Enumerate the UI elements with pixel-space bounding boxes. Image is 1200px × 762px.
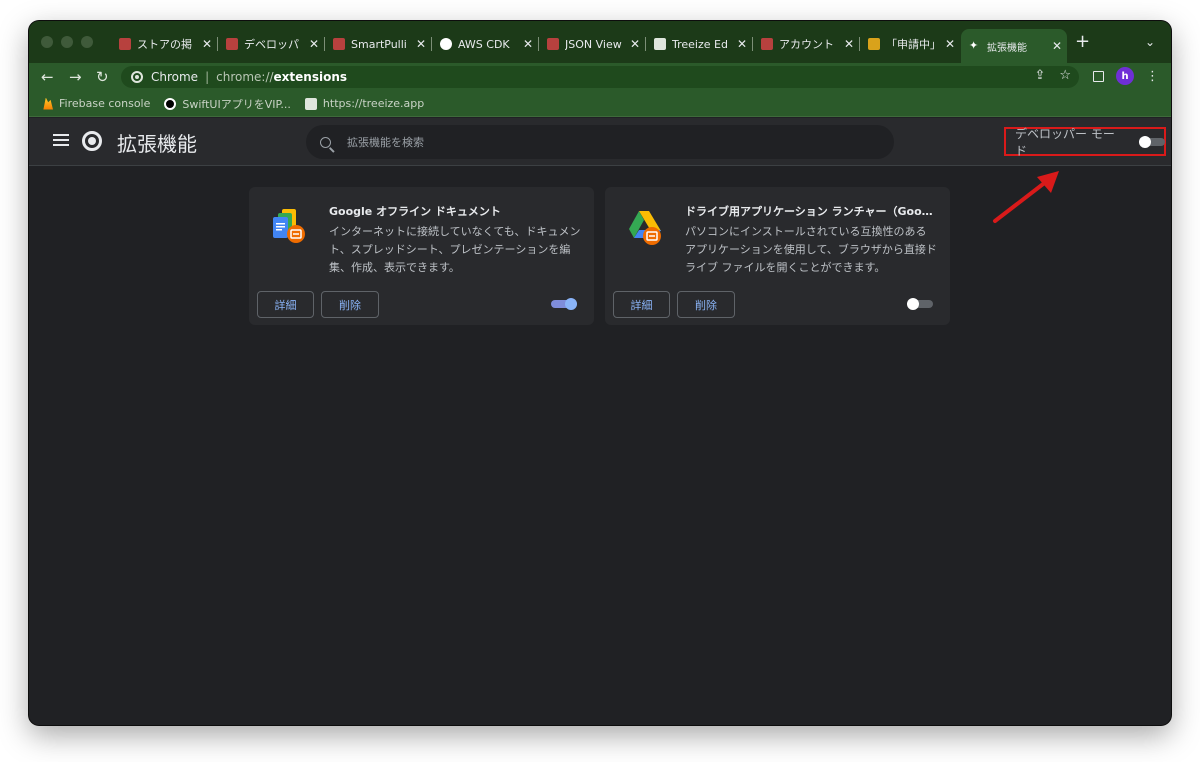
forward-button[interactable]: → [69, 67, 82, 87]
close-icon[interactable]: ✕ [843, 37, 855, 51]
bookmark-item[interactable]: https://treeize.app [304, 97, 425, 110]
tab-title: アカウント [779, 38, 834, 51]
bookmark-label: https://treeize.app [322, 97, 425, 110]
extension-card: ドライブ用アプリケーション ランチャー（Google） パソコンにインストールさ… [605, 187, 950, 325]
tab-title: SmartPulli [351, 37, 407, 51]
firebase-icon [43, 97, 53, 110]
tab-title: ストアの掲 [137, 38, 192, 51]
toolbar-actions: h ⋮ [1093, 67, 1159, 85]
search-icon [320, 136, 331, 148]
site-label: Chrome [151, 70, 199, 84]
tab-1[interactable]: デベロッパ ✕ [218, 29, 325, 59]
url-scheme: chrome:// [216, 70, 274, 84]
remove-button[interactable]: 削除 [677, 291, 735, 318]
side-panel-icon[interactable] [1093, 70, 1104, 82]
minimize-window-button[interactable] [61, 36, 73, 48]
store-icon [333, 38, 345, 50]
extension-description: パソコンにインストールされている互換性のあるアプリケーションを使用して、ブラウザ… [685, 225, 937, 274]
menu-icon[interactable] [53, 133, 69, 147]
tab-title: JSON View [565, 37, 622, 51]
share-icon[interactable]: ⇪ [1034, 68, 1045, 83]
extension-card: Google オフライン ドキュメント インターネットに接続していなくても、ドキ… [249, 187, 594, 325]
developer-mode-control: デベロッパー モード [1004, 126, 1166, 158]
tab-7[interactable]: 「申請中」 ✕ [860, 29, 960, 59]
extension-enable-toggle[interactable] [551, 298, 577, 310]
remove-button[interactable]: 削除 [321, 291, 379, 318]
omnibox-actions: ⇪ ☆ [1034, 68, 1071, 83]
extension-name: ドライブ用アプリケーション ランチャー（Google） [685, 205, 935, 218]
close-icon[interactable]: ✕ [1051, 39, 1063, 53]
tab-4[interactable]: JSON View ✕ [539, 29, 646, 59]
tab-8-active[interactable]: ✦ 拡張機能 ✕ [961, 29, 1067, 63]
reload-button[interactable]: ↻ [96, 67, 109, 87]
tab-title: デベロッパ [244, 38, 299, 51]
store-icon [547, 38, 559, 50]
extension-name: Google オフライン ドキュメント [329, 205, 501, 218]
tab-strip: ストアの掲 ✕ デベロッパ ✕ SmartPulli ✕ AWS CDK ✕ J… [29, 21, 1171, 63]
github-icon [164, 97, 177, 110]
extension-enable-toggle[interactable] [907, 298, 933, 310]
bookmark-item[interactable]: Firebase console [41, 97, 150, 110]
close-window-button[interactable] [41, 36, 53, 48]
bookmark-label: SwiftUIアプリをVIP... [182, 97, 291, 111]
back-button[interactable]: ← [41, 67, 54, 87]
developer-mode-toggle[interactable] [1138, 135, 1165, 148]
treeize-icon [304, 97, 317, 110]
google-docs-offline-icon [273, 209, 305, 243]
tab-0[interactable]: ストアの掲 ✕ [111, 29, 218, 59]
tab-5[interactable]: Treeize Ed ✕ [646, 29, 753, 59]
extension-description: インターネットに接続していなくても、ドキュメント、スプレッドシート、プレゼンテー… [329, 225, 581, 274]
close-icon[interactable]: ✕ [522, 37, 534, 51]
tab-title: Treeize Ed [672, 37, 728, 51]
tab-6[interactable]: アカウント ✕ [753, 29, 860, 59]
bookmark-item[interactable]: SwiftUIアプリをVIP... [164, 96, 291, 112]
window-controls [41, 36, 93, 48]
address-bar[interactable]: Chrome | chrome://extensions ⇪ ☆ [121, 66, 1079, 88]
bookmarks-bar: Firebase console SwiftUIアプリをVIP... https… [29, 91, 1171, 117]
google-drive-launcher-icon [629, 211, 661, 245]
profile-avatar[interactable]: h [1116, 67, 1134, 85]
tab-title: 「申請中」 [886, 38, 938, 51]
search-input[interactable] [347, 135, 847, 149]
puzzle-icon: ✦ [969, 39, 979, 52]
close-icon[interactable]: ✕ [308, 37, 320, 51]
store-icon [226, 38, 238, 50]
extensions-header: 拡張機能 デベロッパー モード [29, 118, 1171, 166]
store-icon [761, 38, 773, 50]
tab-title: 拡張機能 [987, 42, 1027, 54]
chrome-logo-icon [82, 131, 102, 151]
close-icon[interactable]: ✕ [415, 37, 427, 51]
search-box[interactable] [306, 125, 894, 159]
details-button[interactable]: 詳細 [613, 291, 670, 318]
zoom-window-button[interactable] [81, 36, 93, 48]
bookmark-label: Firebase console [59, 97, 151, 110]
close-icon[interactable]: ✕ [629, 37, 641, 51]
close-icon[interactable]: ✕ [201, 37, 213, 51]
browser-window: ストアの掲 ✕ デベロッパ ✕ SmartPulli ✕ AWS CDK ✕ J… [29, 21, 1171, 725]
tab-search-button[interactable]: ⌄ [1145, 35, 1155, 49]
chrome-icon [131, 71, 143, 83]
tab-2[interactable]: SmartPulli ✕ [325, 29, 432, 59]
url-host: extensions [273, 70, 348, 84]
toolbar: ← → ↻ Chrome | chrome://extensions ⇪ ☆ h… [29, 63, 1171, 91]
github-icon [440, 38, 452, 50]
tab-title: AWS CDK [458, 37, 510, 51]
tab-3[interactable]: AWS CDK ✕ [432, 29, 539, 59]
store-icon [119, 38, 131, 50]
details-button[interactable]: 詳細 [257, 291, 314, 318]
close-icon[interactable]: ✕ [944, 37, 956, 51]
page-title: 拡張機能 [117, 132, 197, 156]
kebab-menu-icon[interactable]: ⋮ [1146, 69, 1159, 84]
treeize-icon [654, 38, 666, 50]
bookmark-star-icon[interactable]: ☆ [1059, 68, 1071, 83]
developer-mode-label: デベロッパー モード [1015, 126, 1115, 158]
new-tab-button[interactable]: + [1075, 33, 1090, 51]
annotation-arrow-icon [993, 171, 1059, 223]
w-icon [868, 38, 880, 50]
close-icon[interactable]: ✕ [736, 37, 748, 51]
divider: | [205, 70, 210, 84]
